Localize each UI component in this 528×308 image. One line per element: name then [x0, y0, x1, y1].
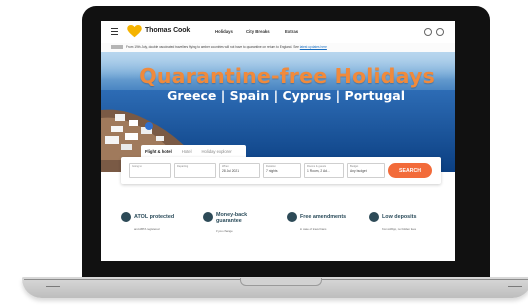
- search-panel: Going to Departing When 28 Jul 2021 Dura…: [121, 157, 441, 184]
- top-nav: Thomas Cook Holidays City Breaks Extras: [101, 21, 455, 43]
- feature-subtitle: if you change: [216, 229, 233, 233]
- laptop-screen: Thomas Cook Holidays City Breaks Extras …: [101, 21, 455, 261]
- budget-value: Any budget: [350, 169, 367, 173]
- feature-title: Money-back guarantee: [216, 212, 248, 224]
- travel-notice-banner: From 19th July, double vaccinated travel…: [101, 43, 455, 52]
- rooms-guests-field[interactable]: Rooms & guests 1 Room, 2 Ad...: [304, 163, 344, 178]
- tab-hotel[interactable]: Hotel: [182, 149, 192, 154]
- hero-title: Quarantine-free Holidays: [139, 64, 435, 88]
- duration-value: 7 nights: [266, 169, 278, 173]
- duration-label: Duration: [266, 165, 276, 168]
- calendar-icon: [287, 212, 297, 222]
- rooms-guests-label: Rooms & guests: [307, 165, 327, 168]
- notice-text: From 19th July, double vaccinated travel…: [126, 45, 299, 49]
- going-to-label: Going to: [132, 165, 142, 168]
- departing-label: Departing: [177, 165, 189, 168]
- when-label: When: [222, 165, 229, 168]
- money-icon: [203, 212, 213, 222]
- search-button[interactable]: SEARCH: [388, 163, 432, 178]
- feature-title: Free amendments: [300, 214, 347, 220]
- notice-badge-icon: [111, 45, 123, 50]
- going-to-field[interactable]: Going to: [129, 163, 171, 178]
- thomas-cook-heart-logo-icon[interactable]: [127, 25, 142, 38]
- laptop-trackpad-notch: [240, 278, 322, 286]
- shield-icon: [121, 212, 131, 222]
- account-icon[interactable]: [436, 28, 444, 36]
- nav-link-holidays[interactable]: Holidays: [215, 29, 233, 34]
- laptop-foot-right: [508, 286, 522, 287]
- hamburger-menu-icon[interactable]: [111, 28, 118, 35]
- when-field[interactable]: When 28 Jul 2021: [219, 163, 260, 178]
- feature-title: Low deposits: [382, 214, 417, 220]
- feature-subtitle: in case of travel bans: [300, 227, 327, 231]
- feature-subtitle: and ABTA registered: [134, 227, 160, 231]
- feature-subtitle: from £30pp, no hidden fees: [382, 227, 417, 231]
- help-icon[interactable]: [424, 28, 432, 36]
- brand-name[interactable]: Thomas Cook: [145, 27, 190, 34]
- when-value: 28 Jul 2021: [222, 169, 240, 173]
- rooms-guests-value: 1 Room, 2 Ad...: [307, 169, 330, 173]
- feature-title: ATOL protected: [134, 214, 175, 220]
- nav-link-extras[interactable]: Extras: [285, 29, 298, 34]
- hero-subtitle: Greece | Spain | Cyprus | Portugal: [167, 88, 405, 103]
- budget-field[interactable]: Budget Any budget: [347, 163, 385, 178]
- tab-holiday-explorer[interactable]: Holiday explorer: [202, 149, 232, 154]
- departing-field[interactable]: Departing: [174, 163, 216, 178]
- notice-link[interactable]: latest updates here: [300, 45, 327, 49]
- duration-field[interactable]: Duration 7 nights: [263, 163, 301, 178]
- laptop-foot-left: [46, 286, 60, 287]
- tab-flight-hotel[interactable]: Flight & hotel: [145, 149, 172, 154]
- budget-label: Budget: [350, 165, 359, 168]
- card-icon: [369, 212, 379, 222]
- search-tabs: Flight & hotel Hotel Holiday explorer: [141, 145, 246, 157]
- nav-link-city-breaks[interactable]: City Breaks: [246, 29, 270, 34]
